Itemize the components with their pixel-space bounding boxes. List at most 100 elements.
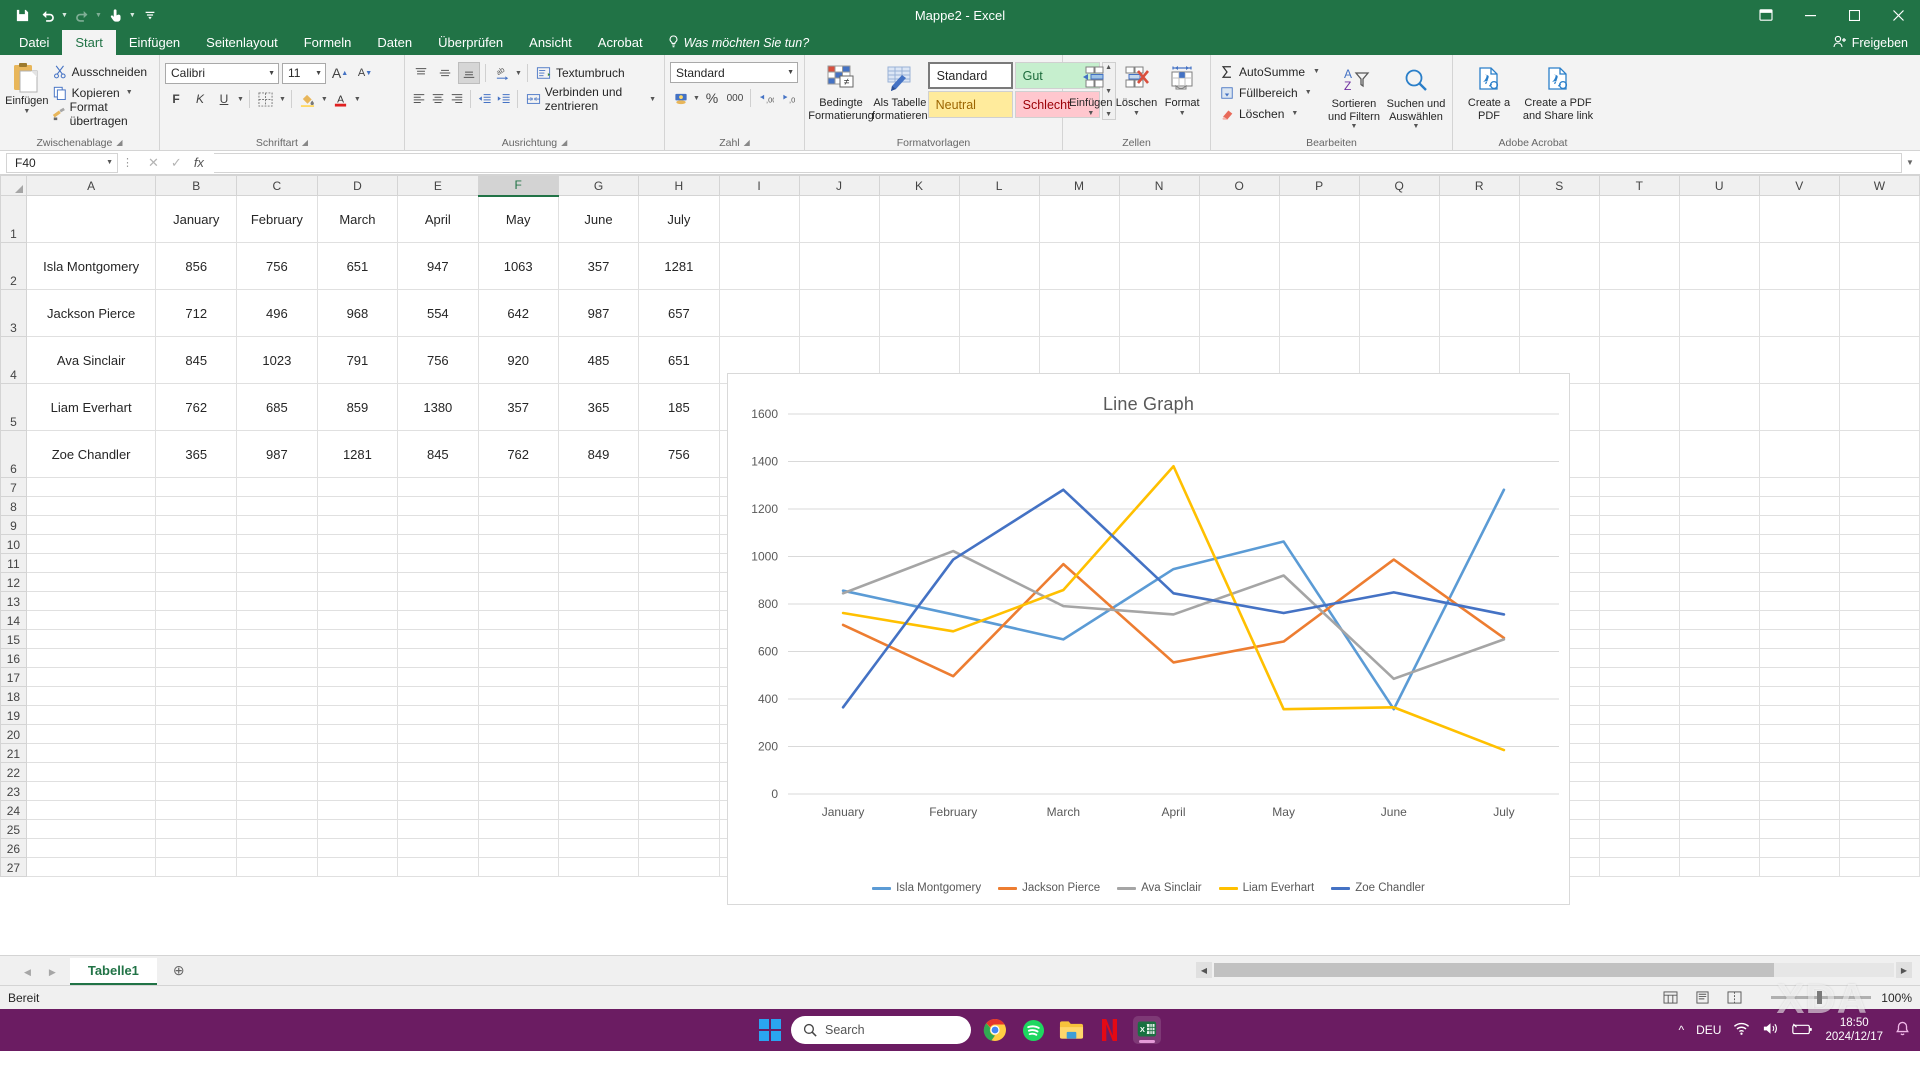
- cell-C25[interactable]: [236, 819, 318, 839]
- cell-A3[interactable]: Jackson Pierce: [25, 289, 157, 337]
- touch-mode-icon[interactable]: [104, 4, 128, 26]
- cell-W8[interactable]: [1838, 496, 1920, 516]
- cell-A12[interactable]: [25, 572, 157, 592]
- cell-H24[interactable]: [638, 800, 720, 820]
- cell-E14[interactable]: [397, 610, 479, 630]
- name-box[interactable]: F40 ▼: [6, 152, 118, 173]
- cell-V3[interactable]: [1758, 289, 1840, 337]
- cell-M1[interactable]: [1038, 195, 1120, 243]
- save-icon[interactable]: [10, 4, 34, 26]
- cell-G15[interactable]: [557, 629, 640, 649]
- cell-H5[interactable]: 185: [638, 383, 720, 431]
- cell-A17[interactable]: [25, 667, 157, 687]
- netflix-icon[interactable]: [1095, 1016, 1123, 1044]
- create-pdf-button[interactable]: Create a PDF: [1458, 60, 1520, 122]
- cell-C18[interactable]: [236, 686, 318, 706]
- cell-C13[interactable]: [236, 591, 318, 611]
- column-header-t[interactable]: T: [1598, 175, 1680, 196]
- row-header-6[interactable]: 6: [0, 430, 27, 478]
- cell-T20[interactable]: [1598, 724, 1680, 744]
- cell-U5[interactable]: [1678, 383, 1760, 431]
- cell-C4[interactable]: 1023: [236, 336, 318, 384]
- hscroll-thumb[interactable]: [1214, 963, 1774, 977]
- cell-B9[interactable]: [155, 515, 238, 535]
- cell-W27[interactable]: [1838, 857, 1920, 877]
- cell-B7[interactable]: [155, 477, 238, 497]
- merge-center-button[interactable]: Verbinden und zentrieren ▼: [523, 85, 659, 113]
- cell-I1[interactable]: [718, 195, 800, 243]
- cell-E5[interactable]: 1380: [397, 383, 479, 431]
- wifi-icon[interactable]: [1733, 1021, 1750, 1039]
- cell-F4[interactable]: 920: [477, 336, 559, 384]
- orientation-button[interactable]: ab: [491, 62, 513, 84]
- cell-G8[interactable]: [557, 496, 640, 516]
- cell-A1[interactable]: [25, 195, 157, 243]
- row-header-13[interactable]: 13: [0, 591, 27, 611]
- align-bottom-button[interactable]: [458, 62, 480, 84]
- next-sheet-icon[interactable]: ▶: [49, 967, 56, 978]
- cell-V7[interactable]: [1758, 477, 1840, 497]
- cell-U4[interactable]: [1678, 336, 1760, 384]
- cell-G17[interactable]: [557, 667, 640, 687]
- cell-U24[interactable]: [1678, 800, 1760, 820]
- cell-D27[interactable]: [316, 857, 399, 877]
- cell-C2[interactable]: 756: [236, 242, 318, 290]
- cell-E2[interactable]: 947: [397, 242, 479, 290]
- cell-F22[interactable]: [477, 762, 559, 782]
- cell-G1[interactable]: June: [557, 195, 640, 243]
- cell-V25[interactable]: [1758, 819, 1840, 839]
- cell-U27[interactable]: [1678, 857, 1760, 877]
- cell-G14[interactable]: [557, 610, 640, 630]
- cell-H6[interactable]: 756: [638, 430, 720, 478]
- sort-filter-button[interactable]: A Z Sortieren und Filtern ▼: [1323, 61, 1385, 131]
- cell-D11[interactable]: [316, 553, 399, 573]
- cell-D13[interactable]: [316, 591, 399, 611]
- cell-A8[interactable]: [25, 496, 157, 516]
- cell-V13[interactable]: [1758, 591, 1840, 611]
- cell-V1[interactable]: [1758, 195, 1840, 243]
- cell-U15[interactable]: [1678, 629, 1760, 649]
- cell-F11[interactable]: [477, 553, 559, 573]
- row-header-19[interactable]: 19: [0, 705, 27, 725]
- cell-G5[interactable]: 365: [557, 383, 640, 431]
- font-size-combo[interactable]: 11 ▼: [282, 62, 326, 84]
- ribbon-tab-ueberpruefen[interactable]: Überprüfen: [425, 30, 516, 55]
- cell-F12[interactable]: [477, 572, 559, 592]
- column-header-r[interactable]: R: [1438, 175, 1520, 196]
- cell-W24[interactable]: [1838, 800, 1920, 820]
- cell-A19[interactable]: [25, 705, 157, 725]
- cell-U9[interactable]: [1678, 515, 1760, 535]
- cell-A4[interactable]: Ava Sinclair: [25, 336, 157, 384]
- cell-A15[interactable]: [25, 629, 157, 649]
- row-header-3[interactable]: 3: [0, 289, 27, 337]
- cell-O3[interactable]: [1198, 289, 1280, 337]
- bold-button[interactable]: F: [165, 88, 187, 110]
- cell-C26[interactable]: [236, 838, 318, 858]
- cell-F13[interactable]: [477, 591, 559, 611]
- cell-E9[interactable]: [397, 515, 479, 535]
- cell-B3[interactable]: 712: [155, 289, 238, 337]
- cell-S3[interactable]: [1518, 289, 1600, 337]
- cell-H2[interactable]: 1281: [638, 242, 720, 290]
- cell-T4[interactable]: [1598, 336, 1680, 384]
- cell-C8[interactable]: [236, 496, 318, 516]
- cell-F7[interactable]: [477, 477, 559, 497]
- cell-F23[interactable]: [477, 781, 559, 801]
- cell-T11[interactable]: [1598, 553, 1680, 573]
- cell-V14[interactable]: [1758, 610, 1840, 630]
- cell-T19[interactable]: [1598, 705, 1680, 725]
- cell-T10[interactable]: [1598, 534, 1680, 554]
- cell-E3[interactable]: 554: [397, 289, 479, 337]
- cell-B10[interactable]: [155, 534, 238, 554]
- cell-V9[interactable]: [1758, 515, 1840, 535]
- clipboard-dialog-launcher[interactable]: ◢: [116, 138, 122, 147]
- cell-F10[interactable]: [477, 534, 559, 554]
- zoom-slider-thumb[interactable]: [1817, 991, 1823, 1004]
- cell-A7[interactable]: [25, 477, 157, 497]
- cell-E21[interactable]: [397, 743, 479, 763]
- cell-T14[interactable]: [1598, 610, 1680, 630]
- cell-C14[interactable]: [236, 610, 318, 630]
- column-header-h[interactable]: H: [638, 175, 720, 196]
- cell-H17[interactable]: [638, 667, 720, 687]
- chart-series-line[interactable]: [841, 488, 1506, 711]
